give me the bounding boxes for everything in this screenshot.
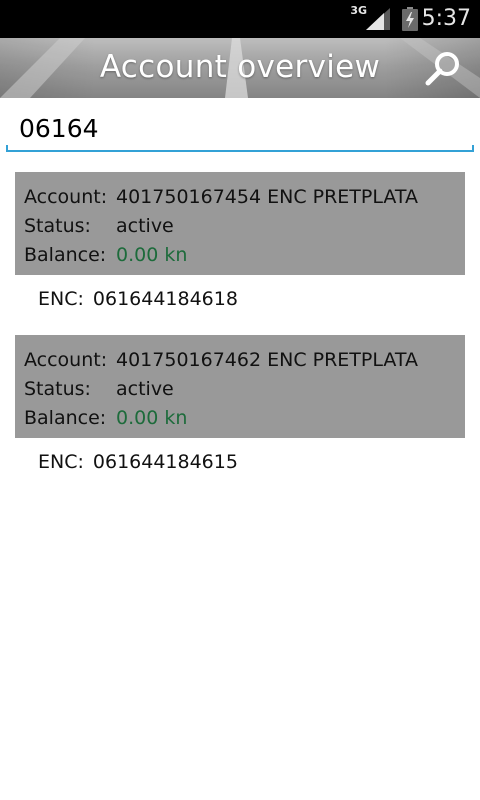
- enc-value: 061644184618: [92, 288, 238, 310]
- enc-value: 061644184615: [92, 451, 238, 473]
- account-row: Account: 401750167462 ENC PRETPLATA: [24, 345, 465, 374]
- network-type: 3G: [350, 4, 367, 17]
- status-row: Status: active: [24, 211, 465, 240]
- balance-value: 0.00 kn: [116, 243, 188, 266]
- enc-row[interactable]: ENC: 061644184615: [15, 438, 465, 498]
- balance-row: Balance: 0.00 kn: [24, 240, 465, 269]
- account-card[interactable]: Account: 401750167454 ENC PRETPLATA Stat…: [15, 172, 465, 275]
- enc-label: ENC:: [38, 288, 84, 310]
- action-bar: Account overview: [0, 38, 480, 98]
- balance-label: Balance:: [24, 406, 107, 429]
- search-field: [6, 108, 474, 152]
- search-icon[interactable]: [424, 50, 462, 88]
- status-value: active: [116, 377, 174, 400]
- search-input[interactable]: [6, 108, 474, 148]
- battery-charging-icon: [402, 7, 418, 31]
- account-value: 401750167462 ENC PRETPLATA: [116, 348, 419, 371]
- signal-icon: [366, 8, 390, 30]
- clock: 5:37: [421, 6, 471, 31]
- status-row: Status: active: [24, 374, 465, 403]
- status-value: active: [116, 214, 174, 237]
- status-label: Status:: [24, 377, 91, 400]
- status-label: Status:: [24, 214, 91, 237]
- balance-label: Balance:: [24, 243, 107, 266]
- account-list: Account: 401750167454 ENC PRETPLATA Stat…: [15, 172, 465, 498]
- status-bar: 3G 5:37: [0, 0, 480, 38]
- balance-row: Balance: 0.00 kn: [24, 403, 465, 432]
- account-card[interactable]: Account: 401750167462 ENC PRETPLATA Stat…: [15, 335, 465, 438]
- account-label: Account:: [24, 348, 108, 371]
- balance-value: 0.00 kn: [116, 406, 188, 429]
- enc-label: ENC:: [38, 451, 84, 473]
- account-row: Account: 401750167454 ENC PRETPLATA: [24, 182, 465, 211]
- page-title: Account overview: [99, 49, 381, 85]
- search-underline: [6, 145, 474, 152]
- enc-row[interactable]: ENC: 061644184618: [15, 275, 465, 335]
- account-label: Account:: [24, 185, 108, 208]
- account-value: 401750167454 ENC PRETPLATA: [116, 185, 419, 208]
